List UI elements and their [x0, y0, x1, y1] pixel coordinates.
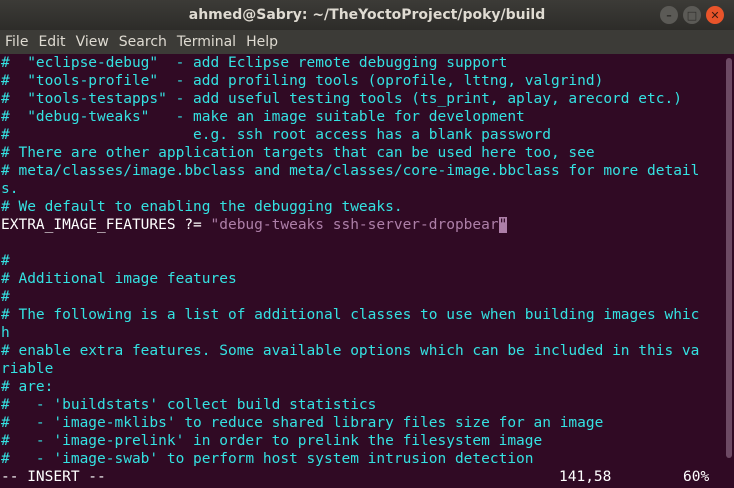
maximize-icon[interactable]: □	[683, 6, 701, 24]
editor-line: # "tools-testapps" - add useful testing …	[1, 91, 682, 107]
variable-key: EXTRA_IMAGE_FEATURES ?=	[1, 217, 211, 233]
editor-line: # - 'buildstats' collect build statistic…	[1, 397, 377, 413]
editor-line: # "debug-tweaks" - make an image suitabl…	[1, 109, 525, 125]
window-title: ahmed@Sabry: ~/TheYoctoProject/poky/buil…	[188, 7, 546, 23]
menu-view[interactable]: View	[74, 34, 115, 50]
editor-line-variable: EXTRA_IMAGE_FEATURES ?= "debug-tweaks ss…	[1, 216, 722, 234]
editor-line: # are:	[1, 379, 54, 395]
editor-line: # meta/classes/image.bbclass and meta/cl…	[1, 163, 700, 179]
editor-line: s.	[1, 181, 19, 197]
editor-line: #	[1, 289, 10, 305]
title-bar[interactable]: ahmed@Sabry: ~/TheYoctoProject/poky/buil…	[0, 0, 734, 30]
menu-bar: File Edit View Search Terminal Help	[0, 30, 734, 54]
editor-line: # - 'image-mklibs' to reduce shared libr…	[1, 415, 604, 431]
scrollbar[interactable]	[722, 54, 734, 488]
menu-file[interactable]: File	[3, 34, 34, 50]
editor-line: # The following is a list of additional …	[1, 307, 700, 323]
editor-line: # We default to enabling the debugging t…	[1, 199, 403, 215]
editor-line: # "tools-profile" - add profiling tools …	[1, 73, 604, 89]
editor-line: # Additional image features	[1, 271, 237, 287]
menu-search[interactable]: Search	[117, 34, 173, 50]
window-controls: – □ ✕	[660, 6, 724, 24]
menu-terminal[interactable]: Terminal	[175, 34, 242, 50]
cursor-position: 141,58	[559, 469, 612, 485]
editor-line: # - 'image-prelink' in order to prelink …	[1, 433, 543, 449]
terminal-window: ahmed@Sabry: ~/TheYoctoProject/poky/buil…	[0, 0, 734, 488]
close-icon[interactable]: ✕	[706, 6, 724, 24]
scrollbar-thumb[interactable]	[726, 58, 732, 458]
editor-line: #	[1, 253, 10, 269]
editor-line: # - 'image-swab' to perform host system …	[1, 451, 534, 467]
mode-indicator: -- INSERT --	[1, 469, 106, 485]
editor-line: # enable extra features. Some available …	[1, 343, 700, 359]
variable-value: "debug-tweaks ssh-server-dropbear	[210, 217, 499, 233]
text-cursor: "	[498, 217, 508, 233]
menu-help[interactable]: Help	[244, 34, 284, 50]
terminal-text-area[interactable]: # "eclipse-debug" - add Eclipse remote d…	[0, 54, 722, 488]
scroll-percent: 60%	[683, 469, 710, 485]
vim-status-line: -- INSERT -- 141,58 60%	[1, 468, 722, 486]
menu-edit[interactable]: Edit	[36, 34, 71, 50]
editor-line: riable	[1, 361, 54, 377]
minimize-icon[interactable]: –	[660, 6, 678, 24]
editor-line: h	[1, 325, 10, 341]
editor-line: # "eclipse-debug" - add Eclipse remote d…	[1, 55, 508, 71]
editor-line: # There are other application targets th…	[1, 145, 595, 161]
editor-line: # e.g. ssh root access has a blank passw…	[1, 127, 551, 143]
